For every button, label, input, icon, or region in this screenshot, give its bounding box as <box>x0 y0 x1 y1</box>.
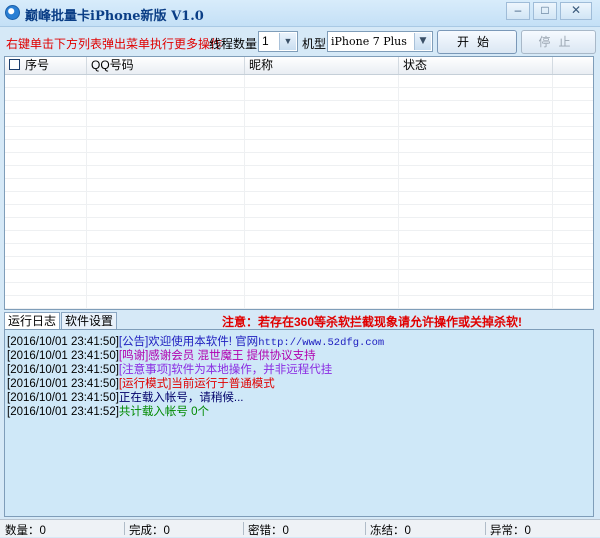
col-nickname[interactable]: 昵称 <box>245 57 399 74</box>
minimize-button[interactable]: – <box>506 2 530 20</box>
table-row[interactable] <box>5 283 593 296</box>
close-icon: ✕ <box>570 3 582 17</box>
table-row[interactable] <box>5 153 593 166</box>
select-all-checkbox[interactable] <box>9 59 20 70</box>
threads-select[interactable]: 1 ▼ <box>258 31 298 52</box>
table-row[interactable] <box>5 244 593 257</box>
status-bar: 数量：0 完成：0 密错：0 冻结：0 异常：0 <box>0 519 600 537</box>
maximize-button[interactable]: □ <box>533 2 557 20</box>
model-value: iPhone 7 Plus <box>331 35 407 48</box>
app-icon <box>5 5 20 20</box>
start-button[interactable]: 开始 <box>437 30 517 54</box>
toolbar: 右键单击下方列表弹出菜单执行更多操作 线程数量： 1 ▼ 机型 iPhone 7… <box>0 27 600 57</box>
table-row[interactable] <box>5 179 593 192</box>
stop-button[interactable]: 停止 <box>521 30 596 54</box>
status-divider <box>243 522 244 535</box>
table-row[interactable] <box>5 192 593 205</box>
tab-run-log[interactable]: 运行日志 <box>4 312 60 330</box>
col-status[interactable]: 状态 <box>399 57 553 74</box>
col-index[interactable]: 序号 <box>5 57 87 74</box>
table-body <box>5 75 593 309</box>
table-header: 序号 QQ号码 昵称 状态 <box>5 57 593 75</box>
close-button[interactable]: ✕ <box>560 2 592 20</box>
table-row[interactable] <box>5 101 593 114</box>
table-row[interactable] <box>5 75 593 88</box>
table-row[interactable] <box>5 166 593 179</box>
chevron-down-icon[interactable]: ▼ <box>279 33 296 50</box>
account-table[interactable]: 序号 QQ号码 昵称 状态 <box>4 56 594 310</box>
table-row[interactable] <box>5 114 593 127</box>
col-qq[interactable]: QQ号码 <box>87 57 245 74</box>
table-row[interactable] <box>5 231 593 244</box>
window-title: 巅峰批量卡iPhone新版 V1.0 <box>25 9 204 24</box>
model-select[interactable]: iPhone 7 Plus ▼ <box>327 31 433 52</box>
table-row[interactable] <box>5 296 593 309</box>
table-row[interactable] <box>5 257 593 270</box>
table-row[interactable] <box>5 140 593 153</box>
run-log-panel[interactable]: [2016/10/01 23:41:50][公告]欢迎使用本软件! 官网http… <box>4 329 594 517</box>
log-line: [2016/10/01 23:41:52]共计载入帐号 0个 <box>7 406 209 418</box>
table-row[interactable] <box>5 127 593 140</box>
tab-settings[interactable]: 软件设置 <box>61 312 117 330</box>
table-row[interactable] <box>5 270 593 283</box>
model-label: 机型 <box>302 37 327 51</box>
antivirus-warning: 注意：若存在360等杀软拦截现象请允许操作或关掉杀软! <box>222 315 523 329</box>
table-row[interactable] <box>5 88 593 101</box>
threads-value: 1 <box>262 34 269 48</box>
maximize-icon: □ <box>541 3 549 17</box>
context-menu-hint: 右键单击下方列表弹出菜单执行更多操作 <box>6 37 223 51</box>
chevron-down-icon[interactable]: ▼ <box>414 33 431 50</box>
table-row[interactable] <box>5 205 593 218</box>
col-filler <box>553 57 593 74</box>
title-bar: 巅峰批量卡iPhone新版 V1.0 – □ ✕ <box>0 0 600 27</box>
table-row[interactable] <box>5 218 593 231</box>
status-divider <box>485 522 486 535</box>
status-divider <box>365 522 366 535</box>
minimize-icon: – <box>514 3 522 17</box>
status-divider <box>124 522 125 535</box>
